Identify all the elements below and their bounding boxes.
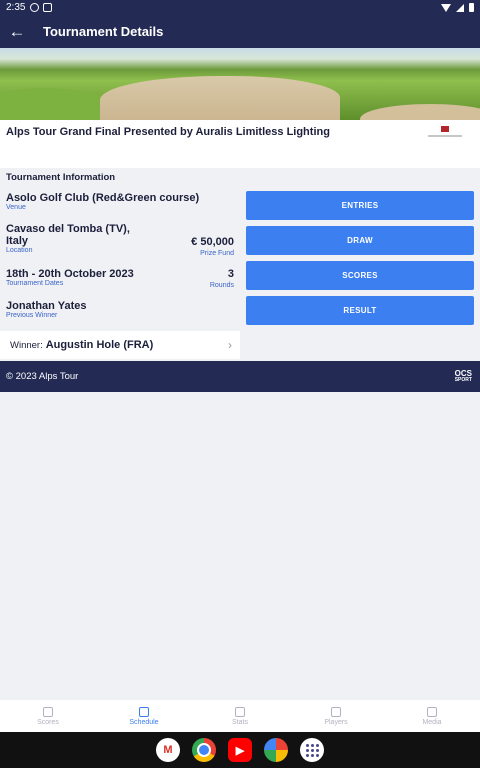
- rounds-label: Rounds: [209, 282, 234, 289]
- venue-value: Asolo Golf Club (Red&Green course): [6, 192, 200, 204]
- section-heading: Tournament Information: [6, 172, 116, 183]
- location-row: Cavaso del Tomba (TV), Italy Location € …: [6, 223, 234, 257]
- winner-name: Augustin Hole (FRA): [45, 339, 154, 351]
- sponsor-logo: [426, 126, 464, 142]
- nav-label: Stats: [232, 718, 248, 726]
- dates-value: 18th - 20th October 2023: [6, 268, 134, 280]
- youtube-icon[interactable]: ▶: [228, 738, 252, 762]
- chevron-right-icon: ›: [228, 338, 232, 352]
- nav-label: Media: [422, 718, 442, 726]
- scores-button[interactable]: SCORES: [246, 261, 474, 290]
- location-value-line1: Cavaso del Tomba (TV),: [6, 223, 130, 235]
- footer: © 2023 Alps Tour OCS SPORT: [0, 361, 480, 392]
- nav-media[interactable]: Media: [384, 700, 480, 732]
- nav-stats[interactable]: Stats: [192, 700, 288, 732]
- entries-button[interactable]: ENTRIES: [246, 191, 474, 220]
- app-bar: ← Tournament Details: [0, 15, 480, 48]
- ocs-sport-logo: OCS SPORT: [454, 369, 472, 384]
- calendar-icon: [139, 706, 149, 717]
- chrome-icon[interactable]: [192, 738, 216, 762]
- notification-status-icon: [43, 3, 53, 12]
- dates-label: Tournament Dates: [6, 280, 64, 287]
- settings-status-icon: [30, 3, 40, 12]
- arrow-left-icon[interactable]: ←: [0, 15, 34, 48]
- result-button[interactable]: RESULT: [246, 296, 474, 325]
- bar-chart-icon: [235, 706, 245, 717]
- venue-row: Asolo Golf Club (Red&Green course) Venue: [6, 192, 234, 211]
- nav-players[interactable]: Players: [288, 700, 384, 732]
- tournament-banner-image: [0, 48, 480, 120]
- app-drawer-icon[interactable]: [300, 738, 324, 762]
- globe-icon: [427, 706, 437, 717]
- copyright-text: © 2023 Alps Tour: [6, 371, 79, 382]
- previous-winner-value: Jonathan Yates: [6, 300, 87, 312]
- gmail-icon[interactable]: M: [156, 738, 180, 762]
- bottom-navigation: Scores Schedule Stats Players Media: [0, 700, 480, 732]
- nav-label: Scores: [37, 718, 59, 726]
- tournament-header: Alps Tour Grand Final Presented by Aural…: [0, 120, 480, 168]
- venue-label: Venue: [6, 204, 26, 211]
- previous-winner-label: Previous Winner: [6, 312, 58, 319]
- winner-label: Winner:: [10, 339, 43, 351]
- wifi-icon: [441, 3, 451, 12]
- battery-icon: [469, 3, 474, 12]
- previous-winner-row: Jonathan Yates Previous Winner: [6, 300, 234, 319]
- prize-label: Prize Fund: [200, 250, 234, 257]
- nav-scores[interactable]: Scores: [0, 700, 96, 732]
- prize-value: € 50,000: [191, 236, 234, 248]
- winner-row[interactable]: Winner: Augustin Hole (FRA) ›: [0, 331, 240, 359]
- photos-icon[interactable]: [264, 738, 288, 762]
- draw-button[interactable]: DRAW: [246, 226, 474, 255]
- nav-schedule[interactable]: Schedule: [96, 700, 192, 732]
- status-bar: 2:35: [0, 0, 480, 15]
- ocs-logo-bottom: SPORT: [454, 376, 472, 383]
- tournament-name: Alps Tour Grand Final Presented by Aural…: [6, 126, 330, 138]
- people-icon: [331, 706, 341, 717]
- rounds-value: 3: [227, 268, 234, 280]
- nav-label: Players: [324, 718, 348, 726]
- page-title: Tournament Details: [43, 24, 164, 39]
- signal-icon: [456, 3, 464, 12]
- home-icon: [43, 706, 53, 717]
- dates-row: 18th - 20th October 2023 Tournament Date…: [6, 268, 234, 289]
- nav-label: Schedule: [129, 718, 159, 726]
- system-taskbar: M ▶: [0, 732, 480, 768]
- tournament-info-panel: Asolo Golf Club (Red&Green course) Venue…: [0, 186, 240, 331]
- status-time: 2:35: [6, 2, 26, 13]
